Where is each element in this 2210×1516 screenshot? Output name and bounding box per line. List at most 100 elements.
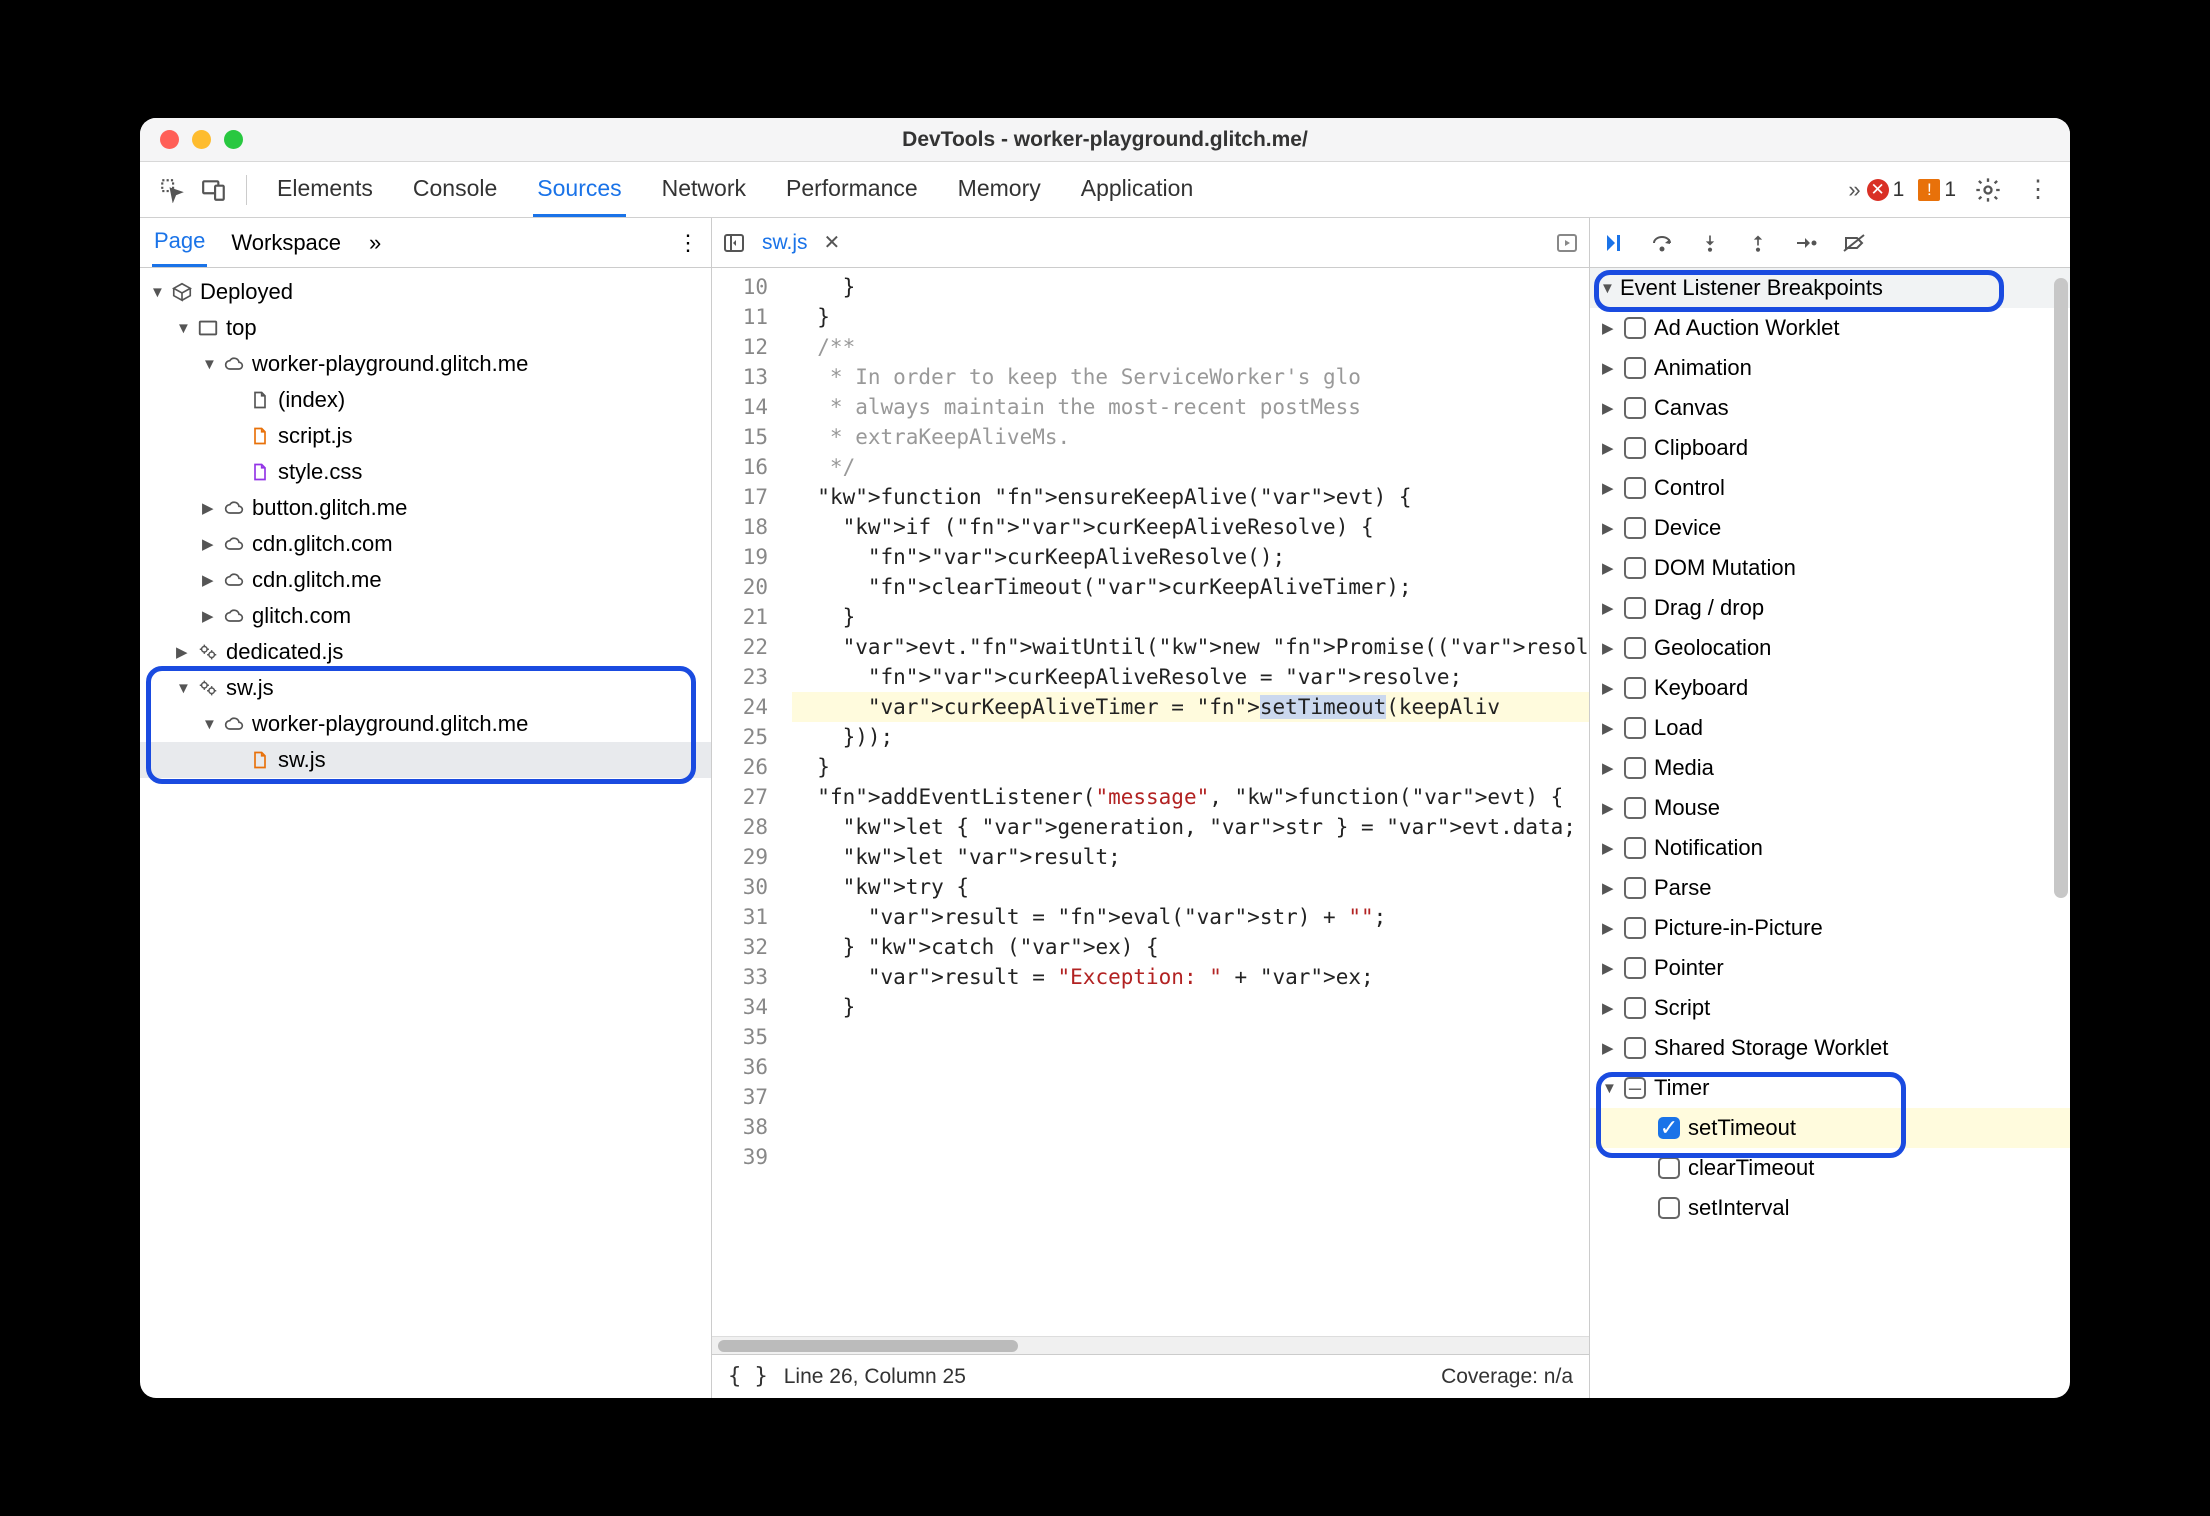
checkbox[interactable] — [1624, 557, 1646, 579]
tree-item[interactable]: dedicated.js — [140, 634, 711, 670]
minimize-window-button[interactable] — [192, 130, 211, 149]
event-listener-breakpoints-header[interactable]: Event Listener Breakpoints — [1590, 268, 2070, 308]
tree-item[interactable]: cdn.glitch.me — [140, 562, 711, 598]
breakpoint-category[interactable]: Animation — [1590, 348, 2070, 388]
main-tab-network[interactable]: Network — [658, 163, 750, 217]
checkbox[interactable]: – — [1624, 1077, 1646, 1099]
breakpoint-category[interactable]: clearTimeout — [1590, 1148, 2070, 1188]
code-editor[interactable]: 1011121314151617181920212223242526272829… — [712, 268, 1589, 1336]
main-tab-memory[interactable]: Memory — [954, 163, 1045, 217]
breakpoint-categories[interactable]: Ad Auction WorkletAnimationCanvasClipboa… — [1590, 308, 2070, 1398]
step-over-icon[interactable] — [1648, 229, 1676, 257]
breakpoint-category[interactable]: Device — [1590, 508, 2070, 548]
error-count[interactable]: ✕ 1 — [1867, 178, 1905, 202]
breakpoint-category[interactable]: ✓setTimeout — [1590, 1108, 2070, 1148]
step-out-icon[interactable] — [1744, 229, 1772, 257]
code-content[interactable]: } } /** * In order to keep the ServiceWo… — [782, 268, 1589, 1336]
step-icon[interactable] — [1792, 229, 1820, 257]
main-tab-sources[interactable]: Sources — [533, 163, 625, 217]
warning-count[interactable]: ! 1 — [1918, 178, 1956, 202]
checkbox[interactable] — [1624, 357, 1646, 379]
tree-item[interactable]: Deployed — [140, 274, 711, 310]
more-tabs-icon[interactable]: » — [1848, 177, 1860, 203]
breakpoint-category[interactable]: setInterval — [1590, 1188, 2070, 1228]
breakpoint-category[interactable]: –Timer — [1590, 1068, 2070, 1108]
maximize-window-button[interactable] — [224, 130, 243, 149]
breakpoint-category[interactable]: Media — [1590, 748, 2070, 788]
checkbox[interactable] — [1658, 1197, 1680, 1219]
tree-item[interactable]: sw.js — [140, 742, 711, 778]
breakpoint-category[interactable]: Canvas — [1590, 388, 2070, 428]
tree-item[interactable]: top — [140, 310, 711, 346]
tree-item[interactable]: glitch.com — [140, 598, 711, 634]
close-tab-icon[interactable]: ✕ — [824, 230, 841, 255]
tree-item[interactable]: cdn.glitch.com — [140, 526, 711, 562]
breakpoint-category[interactable]: DOM Mutation — [1590, 548, 2070, 588]
tree-item[interactable]: button.glitch.me — [140, 490, 711, 526]
toggle-navigator-icon[interactable] — [722, 231, 746, 255]
checkbox[interactable] — [1624, 317, 1646, 339]
workspace-tab[interactable]: Workspace — [229, 220, 343, 266]
step-into-icon[interactable] — [1696, 229, 1724, 257]
tree-item[interactable]: worker-playground.glitch.me — [140, 706, 711, 742]
run-snippet-icon[interactable] — [1555, 231, 1579, 255]
breakpoint-category[interactable]: Drag / drop — [1590, 588, 2070, 628]
main-tab-application[interactable]: Application — [1077, 163, 1198, 217]
deactivate-breakpoints-icon[interactable] — [1840, 229, 1868, 257]
checkbox[interactable] — [1624, 597, 1646, 619]
tree-item[interactable]: style.css — [140, 454, 711, 490]
checkbox[interactable] — [1624, 717, 1646, 739]
breakpoint-category[interactable]: Pointer — [1590, 948, 2070, 988]
checkbox[interactable] — [1624, 477, 1646, 499]
checkbox[interactable] — [1624, 397, 1646, 419]
checkbox[interactable] — [1624, 957, 1646, 979]
main-tab-console[interactable]: Console — [409, 163, 501, 217]
settings-icon[interactable] — [1970, 172, 2006, 208]
inspect-icon[interactable] — [154, 172, 190, 208]
pretty-print-icon[interactable]: { } — [728, 1364, 768, 1389]
checkbox[interactable] — [1624, 1037, 1646, 1059]
file-tree[interactable]: Deployedtopworker-playground.glitch.me(i… — [140, 268, 711, 1398]
breakpoint-category[interactable]: Keyboard — [1590, 668, 2070, 708]
breakpoint-category[interactable]: Notification — [1590, 828, 2070, 868]
tree-item[interactable]: (index) — [140, 382, 711, 418]
breakpoint-category[interactable]: Mouse — [1590, 788, 2070, 828]
device-toggle-icon[interactable] — [196, 172, 232, 208]
main-tab-elements[interactable]: Elements — [273, 163, 377, 217]
navigator-menu-icon[interactable]: ⋮ — [677, 230, 699, 256]
main-tab-performance[interactable]: Performance — [782, 163, 922, 217]
checkbox[interactable] — [1624, 917, 1646, 939]
breakpoint-category[interactable]: Parse — [1590, 868, 2070, 908]
scrollbar-thumb[interactable] — [718, 1340, 1018, 1352]
checkbox[interactable] — [1624, 677, 1646, 699]
checkbox[interactable] — [1624, 517, 1646, 539]
tree-item[interactable]: worker-playground.glitch.me — [140, 346, 711, 382]
breakpoint-category[interactable]: Clipboard — [1590, 428, 2070, 468]
breakpoint-category[interactable]: Control — [1590, 468, 2070, 508]
checkbox[interactable] — [1658, 1157, 1680, 1179]
checkbox[interactable] — [1624, 837, 1646, 859]
checkbox[interactable] — [1624, 997, 1646, 1019]
vertical-scrollbar[interactable] — [2054, 278, 2068, 898]
close-window-button[interactable] — [160, 130, 179, 149]
horizontal-scrollbar[interactable] — [712, 1336, 1589, 1354]
breakpoint-category[interactable]: Script — [1590, 988, 2070, 1028]
checkbox[interactable] — [1624, 797, 1646, 819]
page-tab[interactable]: Page — [152, 218, 207, 267]
kebab-menu-icon[interactable]: ⋮ — [2020, 172, 2056, 208]
checkbox[interactable]: ✓ — [1658, 1117, 1680, 1139]
breakpoint-category[interactable]: Ad Auction Worklet — [1590, 308, 2070, 348]
checkbox[interactable] — [1624, 637, 1646, 659]
tree-item[interactable]: script.js — [140, 418, 711, 454]
editor-file-tab[interactable]: sw.js — [756, 231, 814, 255]
breakpoint-category[interactable]: Shared Storage Worklet — [1590, 1028, 2070, 1068]
checkbox[interactable] — [1624, 437, 1646, 459]
breakpoint-category[interactable]: Load — [1590, 708, 2070, 748]
more-nav-tabs-icon[interactable]: » — [369, 230, 381, 256]
tree-item[interactable]: sw.js — [140, 670, 711, 706]
breakpoint-category[interactable]: Picture-in-Picture — [1590, 908, 2070, 948]
checkbox[interactable] — [1624, 877, 1646, 899]
checkbox[interactable] — [1624, 757, 1646, 779]
resume-icon[interactable] — [1600, 229, 1628, 257]
breakpoint-category[interactable]: Geolocation — [1590, 628, 2070, 668]
